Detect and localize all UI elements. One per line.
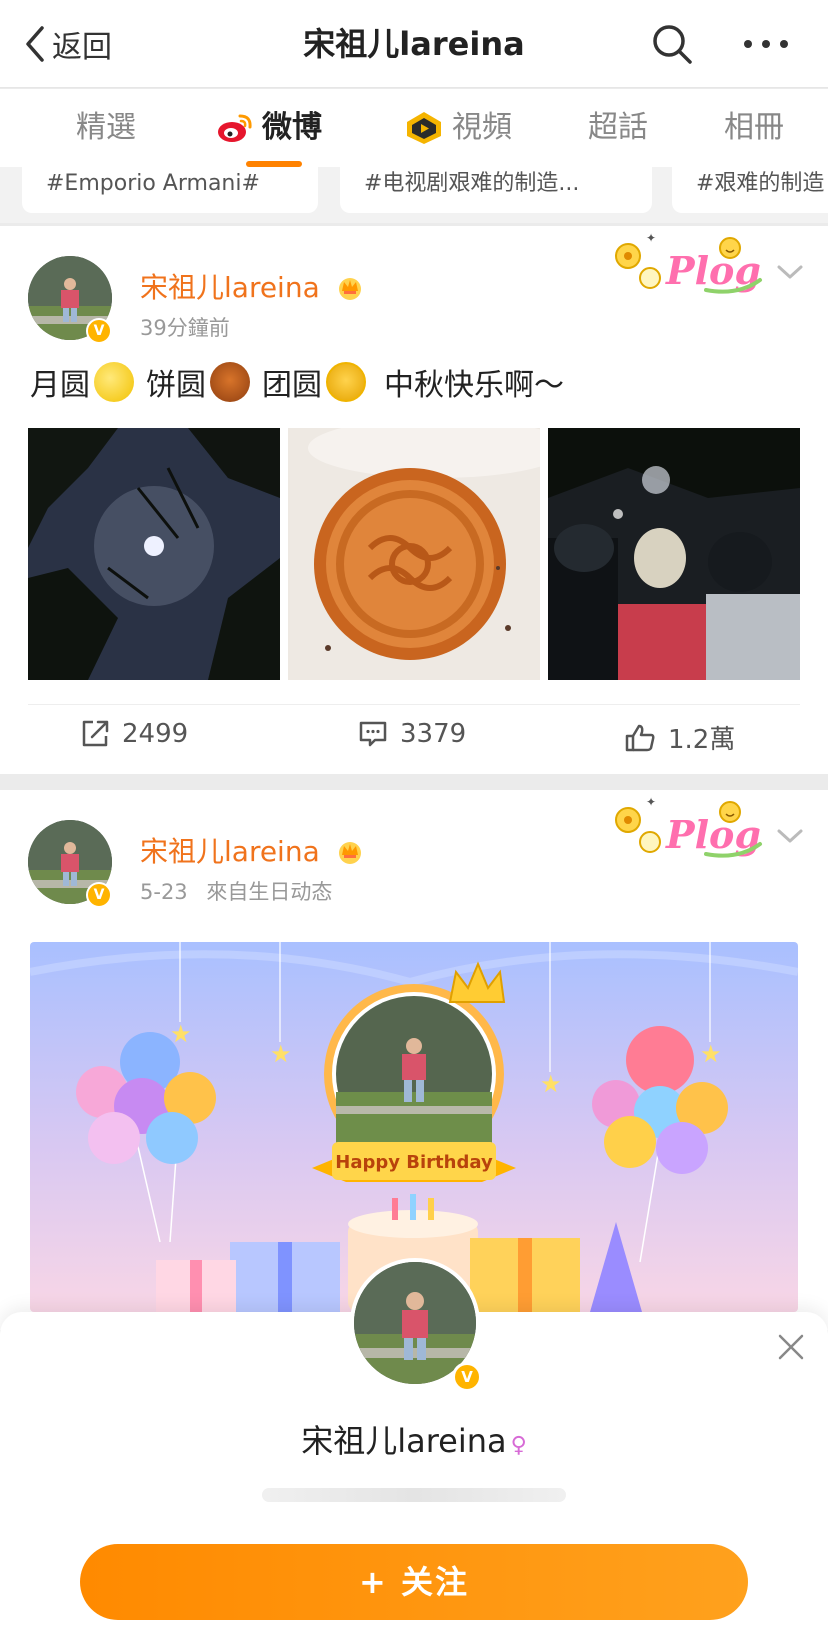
- chevron-down-icon: [777, 265, 803, 279]
- tab-videos[interactable]: 視頻: [404, 107, 512, 149]
- like-button[interactable]: 1.2萬: [624, 719, 735, 756]
- profile-tabs: 精選 微博 視頻 超話 相冊: [0, 89, 828, 167]
- gender-female-icon: ♀: [510, 1433, 527, 1458]
- tab-label: 視頻: [452, 110, 512, 145]
- search-icon: [653, 25, 692, 64]
- post-image-mooncake[interactable]: [288, 428, 540, 680]
- video-icon: [407, 112, 441, 144]
- plog-sticker: ✦ Plog: [608, 795, 768, 872]
- svg-text:★: ★: [270, 1040, 292, 1068]
- tab-super-topics[interactable]: 超話: [588, 107, 648, 149]
- post-actions: 2499 3379 1.2萬: [28, 704, 800, 774]
- topic-chip[interactable]: #Emporio Armani#: [22, 167, 318, 213]
- moon-emoji-icon: [94, 362, 134, 402]
- top-bar: 返回 宋祖儿lareina: [0, 0, 828, 88]
- svg-text:✦: ✦: [646, 232, 656, 245]
- repost-count: 2499: [122, 719, 189, 749]
- post-username[interactable]: 宋祖儿lareina: [140, 830, 365, 870]
- mooncake-photo: [288, 428, 540, 680]
- plog-decoration: ✦ Plog: [615, 231, 762, 294]
- follow-button[interactable]: + 关注: [80, 1544, 748, 1620]
- post-meta: 5-23 來自生日动态: [140, 876, 332, 906]
- svg-text:★: ★: [540, 1070, 562, 1098]
- plog-decoration: ✦ Plog: [615, 795, 762, 858]
- comment-count: 3379: [400, 719, 467, 749]
- tab-label: 精選: [76, 110, 136, 145]
- plog-sticker: ✦ Plog: [608, 231, 768, 308]
- tab-albums[interactable]: 相冊: [724, 107, 784, 149]
- reunion-emoji-icon: [326, 362, 366, 402]
- topic-strip: #Emporio Armani# #电视剧艰难的制造... #艰难的制造: [0, 167, 828, 223]
- tab-featured[interactable]: 精選: [76, 107, 136, 149]
- post-menu-button[interactable]: [776, 828, 804, 850]
- topic-chip[interactable]: #艰难的制造: [672, 167, 828, 213]
- post-source: 來自生日动态: [206, 880, 333, 904]
- username-text: 宋祖儿lareina: [140, 271, 320, 304]
- comment-icon: [359, 721, 387, 747]
- post-time: 5-23: [140, 880, 188, 904]
- post-text-part: 饼圆: [146, 368, 206, 403]
- profile-page: 返回 宋祖儿lareina 精選 微博 視頻 超話 相冊 #Emporio Ar…: [0, 0, 828, 1638]
- post-image-people[interactable]: [548, 428, 800, 680]
- post-menu-button[interactable]: [776, 264, 804, 286]
- thumbs-up-icon: [625, 724, 655, 751]
- repost-button[interactable]: 2499: [80, 719, 188, 749]
- repost-icon: [82, 720, 109, 747]
- post-text: 月圆 饼圆 团圆 中秋快乐啊～: [30, 360, 564, 404]
- crown-icon: [338, 842, 361, 864]
- post-username[interactable]: 宋祖儿lareina: [140, 266, 365, 306]
- tab-label: 超話: [588, 110, 648, 145]
- post-text-part: 团圆: [262, 368, 322, 403]
- post-text-part: 月圆: [30, 368, 90, 403]
- comment-button[interactable]: 3379: [358, 719, 466, 749]
- sheet-username: 宋祖儿lareina ♀: [0, 1416, 828, 1462]
- more-icon: [744, 40, 788, 48]
- page-title: 宋祖儿lareina: [303, 25, 525, 63]
- post-image-moon[interactable]: [28, 428, 280, 680]
- username-text: 宋祖儿lareina: [140, 835, 320, 868]
- verified-badge: V: [86, 882, 112, 908]
- close-icon: [778, 1334, 804, 1360]
- moon-night-photo: [28, 428, 280, 680]
- birthday-banner[interactable]: ★ ★ ★ ★ Happy Birthday: [30, 942, 798, 1312]
- tab-label: 相冊: [724, 110, 784, 145]
- svg-text:★: ★: [700, 1040, 722, 1068]
- night-people-photo: [548, 428, 800, 680]
- more-button[interactable]: [742, 22, 790, 70]
- svg-text:✦: ✦: [646, 796, 656, 809]
- blurred-bio: [262, 1488, 566, 1502]
- topic-chip[interactable]: #电视剧艰难的制造...: [340, 167, 652, 213]
- mooncake-emoji-icon: [210, 362, 250, 402]
- post-text-part: 中秋快乐啊～: [384, 368, 564, 403]
- birthday-illustration: ★ ★ ★ ★ Happy Birthday: [30, 942, 798, 1312]
- banner-text: Happy Birthday: [335, 1152, 493, 1173]
- verified-badge: V: [452, 1362, 482, 1392]
- close-button[interactable]: [776, 1332, 806, 1366]
- tab-weibo[interactable]: 微博: [216, 107, 322, 167]
- tab-label: 微博: [262, 110, 322, 145]
- verified-badge: V: [86, 318, 112, 344]
- post-time: 39分鐘前: [140, 316, 230, 340]
- chevron-down-icon: [777, 829, 803, 843]
- like-count: 1.2萬: [668, 725, 736, 755]
- crown-icon: [338, 278, 361, 300]
- weibo-icon: [218, 114, 252, 142]
- sheet-username-text: 宋祖儿lareina: [301, 1422, 507, 1460]
- search-button[interactable]: [650, 22, 694, 70]
